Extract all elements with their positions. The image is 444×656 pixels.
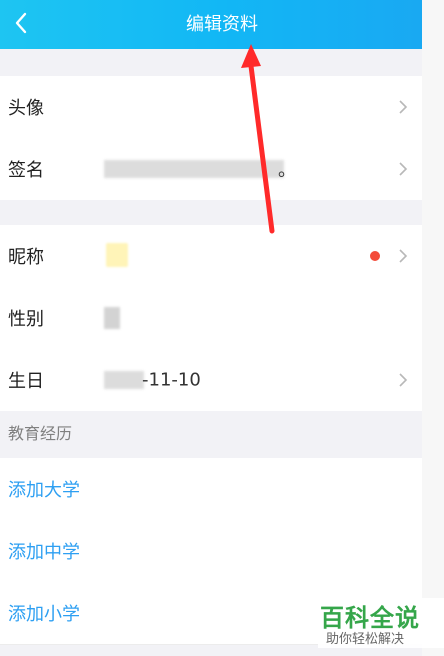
watermark: 百科全说 助你轻松解决	[318, 598, 444, 648]
annotation-arrow-icon	[241, 44, 275, 234]
watermark-subtitle: 助你轻松解决	[326, 632, 405, 647]
